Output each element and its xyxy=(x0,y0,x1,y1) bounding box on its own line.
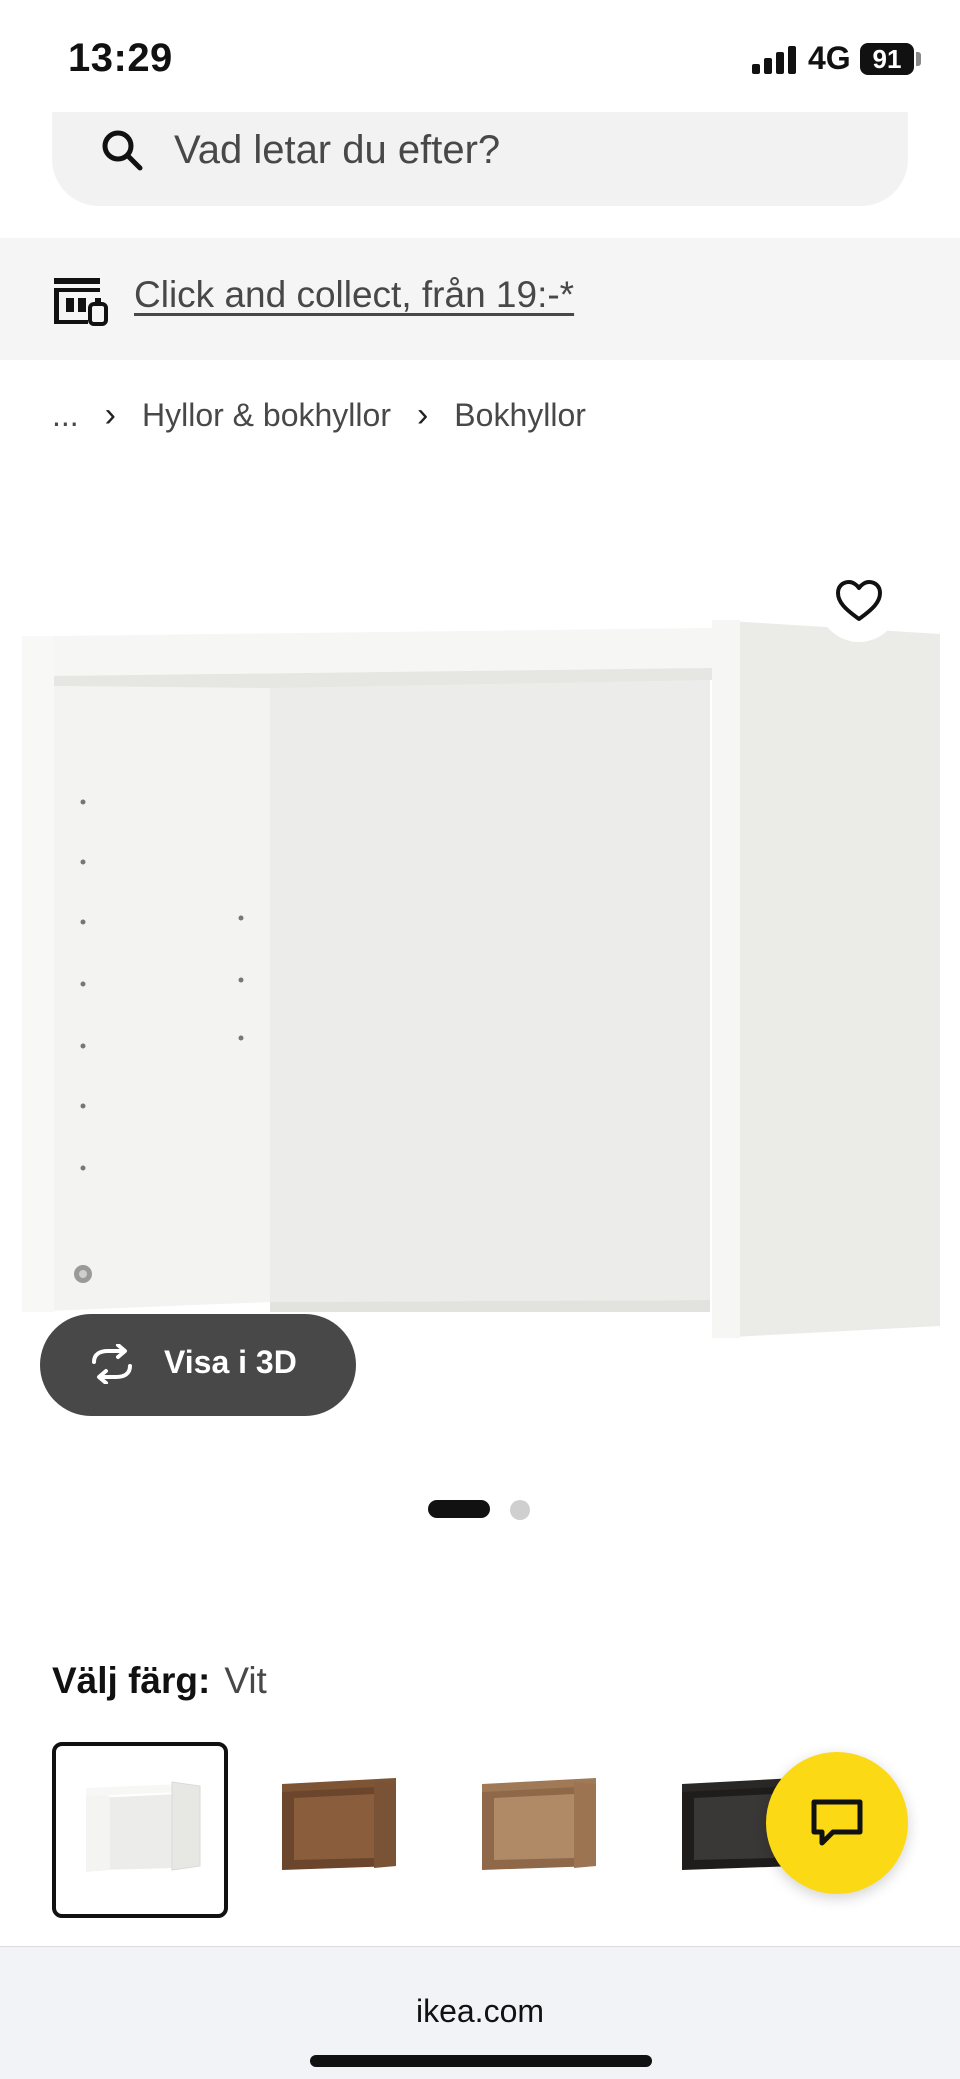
breadcrumb-item-bookcases[interactable]: Bokhyllor xyxy=(454,397,586,434)
chat-icon xyxy=(811,1799,863,1846)
color-selector-label: Välj färg: Vit xyxy=(52,1660,267,1702)
search-icon xyxy=(102,130,143,171)
battery-icon: 91 xyxy=(860,43,914,75)
breadcrumb-ellipsis[interactable]: ... xyxy=(52,397,79,434)
heart-icon xyxy=(836,580,882,621)
color-label: Välj färg: xyxy=(52,1660,211,1701)
rotate-3d-icon xyxy=(92,1344,132,1384)
click-and-collect-banner[interactable]: Click and collect, från 19:-* xyxy=(0,238,960,360)
breadcrumb-separator: › xyxy=(416,395,429,434)
status-bar: 13:29 4G 91 xyxy=(0,0,960,112)
signal-icon xyxy=(752,44,798,74)
color-swatch-white[interactable] xyxy=(52,1742,228,1918)
swatch-image-white xyxy=(86,1781,201,1872)
favourite-button[interactable] xyxy=(818,560,900,642)
color-swatch-walnut-light[interactable] xyxy=(452,1742,628,1918)
url-text[interactable]: ikea.com xyxy=(0,1993,960,2030)
click-and-collect-link[interactable]: Click and collect, från 19:-* xyxy=(134,274,574,316)
swatch-image-walnut-light xyxy=(482,1778,596,1870)
view-in-3d-label: Visa i 3D xyxy=(164,1344,297,1380)
color-swatch-walnut-dark[interactable] xyxy=(252,1742,428,1918)
browser-bottom-bar: ikea.com xyxy=(0,1946,960,2079)
breadcrumb-item-shelves[interactable]: Hyllor & bokhyllor xyxy=(142,397,391,434)
store-icon xyxy=(54,278,108,326)
status-time: 13:29 xyxy=(68,36,173,80)
chat-button[interactable] xyxy=(766,1752,908,1894)
battery-tip xyxy=(916,52,921,66)
swatch-image-walnut-dark xyxy=(282,1778,396,1870)
color-value: Vit xyxy=(224,1660,267,1701)
breadcrumb: ... › Hyllor & bokhyllor › Bokhyllor xyxy=(52,392,586,438)
carousel-dot[interactable] xyxy=(510,1500,530,1520)
carousel-dot-active[interactable] xyxy=(428,1500,490,1518)
home-indicator[interactable] xyxy=(310,2055,652,2067)
breadcrumb-separator: › xyxy=(104,395,116,434)
network-type: 4G xyxy=(808,40,851,76)
search-input[interactable] xyxy=(174,120,854,180)
search-bar[interactable] xyxy=(52,112,908,206)
view-in-3d-button[interactable]: Visa i 3D xyxy=(40,1314,356,1416)
